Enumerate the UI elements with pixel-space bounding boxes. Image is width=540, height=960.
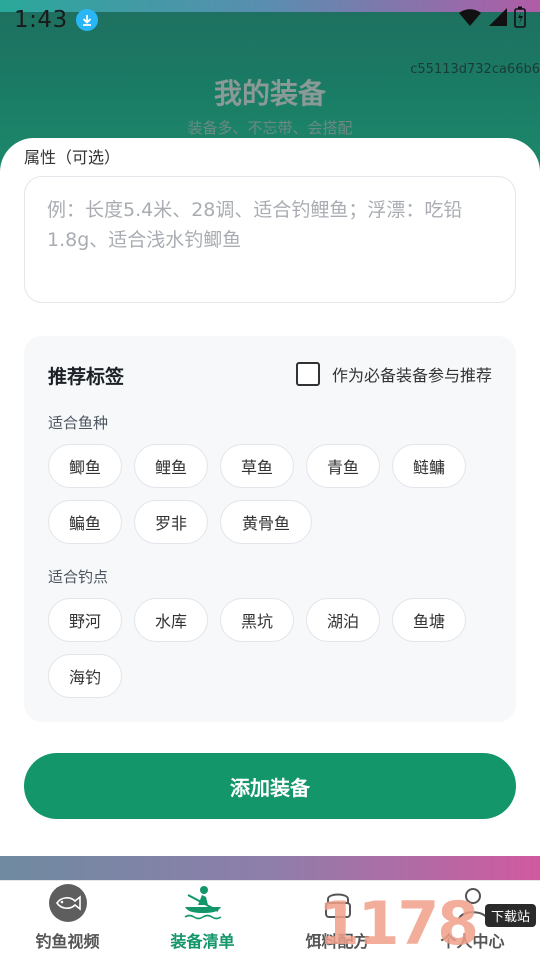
page-title: 我的装备 <box>213 77 326 110</box>
fish-chip[interactable]: 草鱼 <box>220 444 294 488</box>
recommend-tags-panel: 推荐标签 作为必备装备参与推荐 适合鱼种 鲫鱼 鲤鱼 草鱼 青鱼 鲢鳙 鳊鱼 罗… <box>24 336 516 722</box>
spot-chip[interactable]: 湖泊 <box>306 598 380 642</box>
tags-title: 推荐标签 <box>48 366 125 388</box>
add-equipment-button[interactable]: 添加装备 <box>24 753 516 819</box>
spot-chip[interactable]: 水库 <box>134 598 208 642</box>
must-have-label: 作为必备装备参与推荐 <box>331 366 492 385</box>
kayak-icon <box>182 882 224 924</box>
must-have-checkbox[interactable] <box>295 362 320 386</box>
spot-chip-row: 海钓 <box>48 654 122 698</box>
fish-chip[interactable]: 黄骨鱼 <box>220 500 312 544</box>
tab-equipment-list[interactable]: 装备清单 <box>135 881 270 960</box>
battery-icon <box>514 6 526 34</box>
fish-group-label: 适合鱼种 <box>48 414 109 432</box>
download-icon <box>75 9 98 31</box>
fish-chip[interactable]: 青鱼 <box>306 444 380 488</box>
signal-icon <box>488 7 508 33</box>
fish-chip-row: 鳊鱼 罗非 黄骨鱼 <box>48 500 312 544</box>
spot-chip[interactable]: 海钓 <box>48 654 122 698</box>
fish-icon <box>47 882 89 924</box>
spot-chip[interactable]: 鱼塘 <box>392 598 466 642</box>
spot-chip[interactable]: 黑坑 <box>220 598 294 642</box>
site-watermark: 1178 下载站 <box>318 888 540 960</box>
attribute-input[interactable]: 例：长度5.4米、28调、适合钓鲤鱼；浮漂：吃铅1.8g、适合浅水钓鲫鱼 <box>24 176 516 303</box>
tab-fishing-video[interactable]: 钓鱼视频 <box>0 881 135 960</box>
form-card: 属性（可选） 例：长度5.4米、28调、适合钓鲤鱼；浮漂：吃铅1.8g、适合浅水… <box>0 138 540 858</box>
fish-chip[interactable]: 鲢鳙 <box>392 444 466 488</box>
spot-chip-row: 野河 水库 黑坑 湖泊 鱼塘 <box>48 598 466 642</box>
watermark-badge: 下载站 <box>484 904 536 927</box>
wifi-icon <box>458 7 482 33</box>
page-subtitle: 装备多、不忘带、会搭配 <box>187 119 353 137</box>
fish-chip[interactable]: 鳊鱼 <box>48 500 122 544</box>
bottom-gradient-strip <box>0 856 540 880</box>
tab-label: 装备清单 <box>170 932 235 951</box>
fish-chip[interactable]: 鲫鱼 <box>48 444 122 488</box>
attribute-label: 属性（可选） <box>24 148 121 167</box>
spot-chip[interactable]: 野河 <box>48 598 122 642</box>
status-bar: 1:43 <box>0 0 540 40</box>
fish-chip-row: 鲫鱼 鲤鱼 草鱼 青鱼 鲢鳙 <box>48 444 466 488</box>
must-have-option[interactable]: 作为必备装备参与推荐 <box>295 362 492 386</box>
fish-chip[interactable]: 鲤鱼 <box>134 444 208 488</box>
spot-group-label: 适合钓点 <box>48 568 109 586</box>
watermark-text: 1178 <box>318 889 479 959</box>
fish-chip[interactable]: 罗非 <box>134 500 208 544</box>
status-time: 1:43 <box>14 7 68 33</box>
tab-label: 钓鱼视频 <box>35 932 100 951</box>
